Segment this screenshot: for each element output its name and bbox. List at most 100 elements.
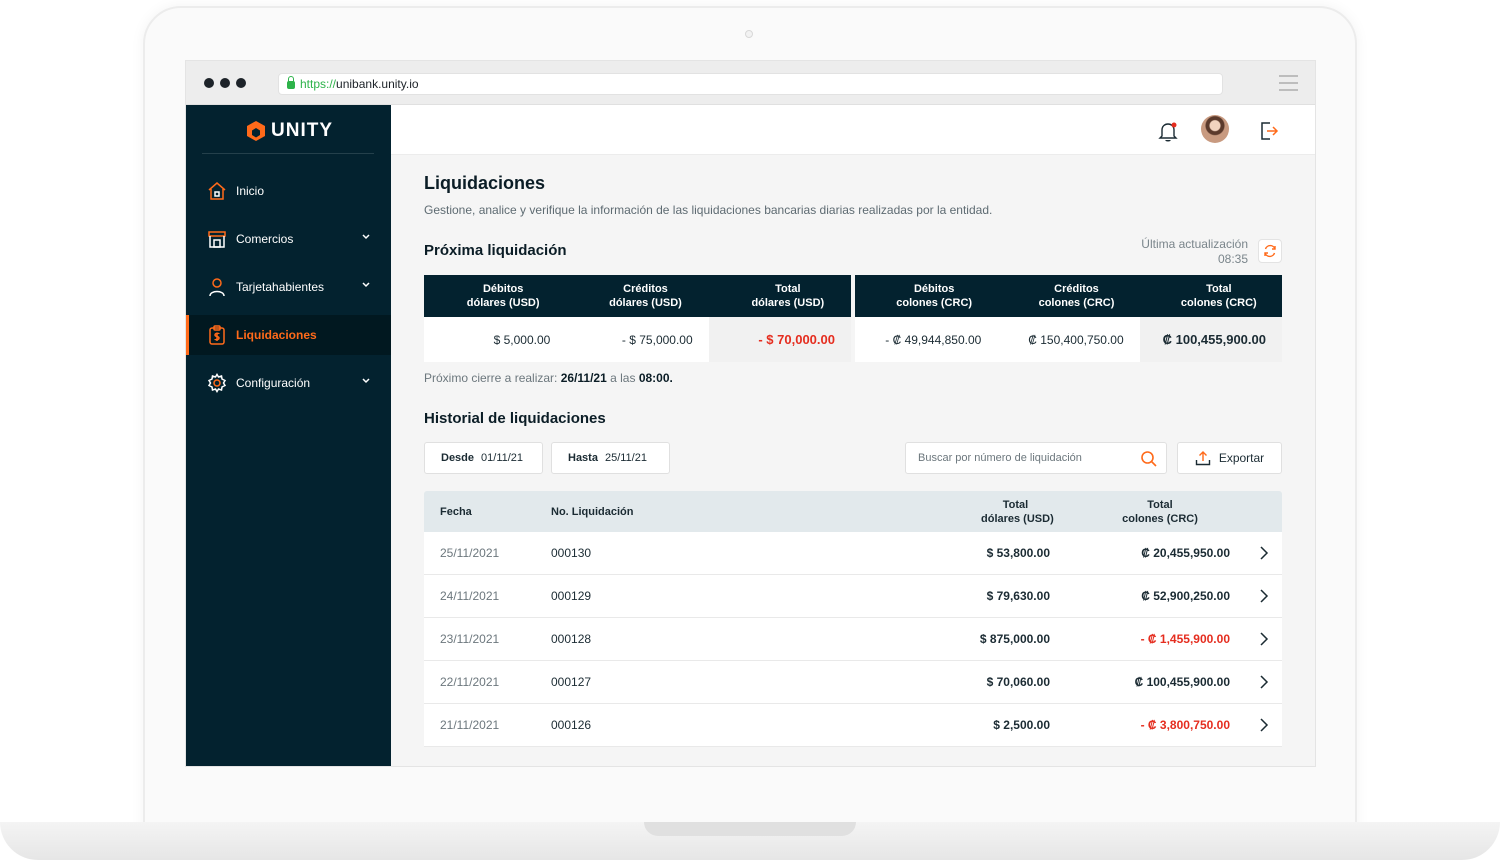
logo[interactable]: UNITY xyxy=(245,120,333,142)
column-number: No. Liquidación xyxy=(551,505,634,518)
chevron-right-icon[interactable] xyxy=(1230,589,1282,603)
usd-debits-value: $ 5,000.00 xyxy=(493,332,551,347)
usd-total-value: - $ 70,000.00 xyxy=(708,317,851,362)
crc-total-header: Total colones (CRC) xyxy=(1180,283,1257,309)
row-number: 000130 xyxy=(551,546,592,560)
row-crc-total: - ₡ 1,455,900.00 xyxy=(1140,632,1230,646)
usd-credits-header: Créditos dólares (USD) xyxy=(609,283,682,309)
user-icon xyxy=(207,277,227,297)
chevron-right-icon[interactable] xyxy=(1230,675,1282,689)
sidebar-item-label: Tarjetahabientes xyxy=(236,280,325,294)
browser-bar: https:// unibank.unity.io xyxy=(186,61,1315,105)
row-number: 000127 xyxy=(551,675,592,689)
logo-text: UNITY xyxy=(271,120,333,141)
avatar[interactable] xyxy=(1201,115,1229,143)
search-box xyxy=(905,442,1167,474)
row-date: 24/11/2021 xyxy=(440,589,500,603)
sidebar-item-liquidaciones[interactable]: Liquidaciones xyxy=(186,315,391,355)
row-usd-total: $ 53,800.00 xyxy=(986,546,1050,560)
row-date: 25/11/2021 xyxy=(440,546,500,560)
crc-total-value: ₡ 100,455,900.00 xyxy=(1139,317,1282,362)
table-row[interactable]: 21/11/2021 000126 $ 2,500.00 - ₡ 3,800,750.… xyxy=(424,704,1282,747)
url-host: unibank.unity.io xyxy=(336,77,419,91)
column-crc: Total colones (CRC) xyxy=(1122,498,1198,525)
sidebar-item-comercios[interactable]: Comercios xyxy=(186,219,391,259)
crc-debits-value: - ₡ 49,944,850.00 xyxy=(885,332,982,347)
row-crc-total: - ₡ 3,800,750.00 xyxy=(1140,718,1230,732)
chevron-down-icon[interactable] xyxy=(361,375,371,389)
usd-summary-header: Débitos dólares (USD) Créditos dólares (US… xyxy=(424,275,851,317)
gear-icon xyxy=(207,373,227,393)
sidebar-item-configuracion[interactable]: Configuración xyxy=(186,363,391,403)
chevron-down-icon[interactable] xyxy=(361,279,371,293)
page-subtitle: Gestione, analice y verifique la informa… xyxy=(424,203,993,217)
url-protocol: https:// xyxy=(300,77,337,91)
refresh-button[interactable] xyxy=(1258,239,1282,263)
screen: https:// unibank.unity.io UNITY Inicio C… xyxy=(185,60,1316,767)
table-row[interactable]: 24/11/2021 000129 $ 79,630.00 ₡ 52,900,250.… xyxy=(424,575,1282,618)
usd-total-header: Total dólares (USD) xyxy=(751,283,825,309)
row-usd-total: $ 875,000.00 xyxy=(979,632,1050,646)
row-number: 000128 xyxy=(551,632,592,646)
sidebar-item-inicio[interactable]: Inicio xyxy=(186,171,391,211)
sidebar-item-label: Inicio xyxy=(236,184,265,198)
row-usd-total: $ 70,060.00 xyxy=(986,675,1050,689)
usd-summary-values: $ 5,000.00 - $ 75,000.00 - $ 70,000.00 xyxy=(424,317,851,362)
next-settlement-summary: Débitos dólares (USD) Créditos dólares (US… xyxy=(424,275,1282,362)
date-to-filter[interactable]: Hasta 25/11/21 xyxy=(551,442,670,474)
crc-credits-header: Créditos colones (CRC) xyxy=(1038,283,1115,309)
row-number: 000126 xyxy=(551,718,592,732)
date-to-value: 25/11/21 xyxy=(604,452,647,464)
chevron-right-icon[interactable] xyxy=(1230,632,1282,646)
sidebar-divider xyxy=(202,153,374,154)
chevron-right-icon[interactable] xyxy=(1230,546,1282,560)
sidebar-nav: Inicio Comercios Tarjetahabientes Liquid… xyxy=(186,171,391,411)
sidebar: UNITY Inicio Comercios Tarjetahabientes … xyxy=(186,105,391,766)
last-update-label: Última actualización xyxy=(1141,237,1248,251)
crc-summary-header: Débitos colones (CRC) Créditos colones (CR… xyxy=(855,275,1282,317)
sidebar-item-tarjetahabientes[interactable]: Tarjetahabientes xyxy=(186,267,391,307)
table-row[interactable]: 22/11/2021 000127 $ 70,060.00 ₡ 100,455,900… xyxy=(424,661,1282,704)
window-controls xyxy=(204,78,246,88)
search-input[interactable] xyxy=(918,452,1138,464)
search-icon[interactable] xyxy=(1140,450,1158,473)
usd-debits-header: Débitos dólares (USD) xyxy=(466,283,540,309)
date-from-label: Desde xyxy=(441,452,475,464)
next-settlement-title: Próxima liquidación xyxy=(424,242,567,259)
row-usd-total: $ 79,630.00 xyxy=(986,589,1050,603)
export-button[interactable]: Exportar xyxy=(1177,442,1282,474)
row-date: 23/11/2021 xyxy=(440,632,500,646)
usd-credits-value: - $ 75,000.00 xyxy=(621,332,693,347)
row-date: 22/11/2021 xyxy=(440,675,500,689)
logout-icon[interactable] xyxy=(1258,120,1280,147)
sidebar-item-label: Liquidaciones xyxy=(236,328,317,342)
crc-summary: Débitos colones (CRC) Créditos colones (CR… xyxy=(855,275,1282,362)
lock-icon xyxy=(287,76,295,89)
table-row[interactable]: 25/11/2021 000130 $ 53,800.00 ₡ 20,455,950.… xyxy=(424,532,1282,575)
crc-credits-value: ₡ 150,400,750.00 xyxy=(1028,332,1124,347)
table-row[interactable]: 23/11/2021 000128 $ 875,000.00 - ₡ 1,455,90… xyxy=(424,618,1282,661)
bell-icon[interactable] xyxy=(1157,120,1179,147)
column-usd: Total dólares (USD) xyxy=(981,498,1054,525)
row-crc-total: ₡ 20,455,950.00 xyxy=(1141,546,1230,560)
camera-dot xyxy=(745,30,753,38)
date-from-filter[interactable]: Desde 01/11/21 xyxy=(424,442,543,474)
chevron-right-icon[interactable] xyxy=(1230,718,1282,732)
chevron-down-icon[interactable] xyxy=(361,231,371,245)
invoice-icon xyxy=(207,325,227,345)
row-crc-total: ₡ 52,900,250.00 xyxy=(1141,589,1230,603)
last-update: Última actualización 08:35 xyxy=(1141,237,1248,267)
row-crc-total: ₡ 100,455,900.00 xyxy=(1134,675,1230,689)
next-close-time: 08:00. xyxy=(638,371,673,385)
row-date: 21/11/2021 xyxy=(440,718,500,732)
store-icon xyxy=(207,229,227,249)
table-header: Fecha No. Liquidación Total dólares (USD)… xyxy=(424,491,1282,532)
menu-icon[interactable] xyxy=(1279,75,1298,91)
column-date: Fecha xyxy=(440,505,472,518)
next-close-date: 26/11/21 xyxy=(560,371,607,385)
refresh-icon xyxy=(1264,244,1276,258)
last-update-time: 08:35 xyxy=(1217,252,1248,266)
address-bar[interactable]: https:// unibank.unity.io xyxy=(278,73,1223,95)
date-to-label: Hasta xyxy=(568,452,598,464)
sidebar-item-label: Comercios xyxy=(236,232,294,246)
